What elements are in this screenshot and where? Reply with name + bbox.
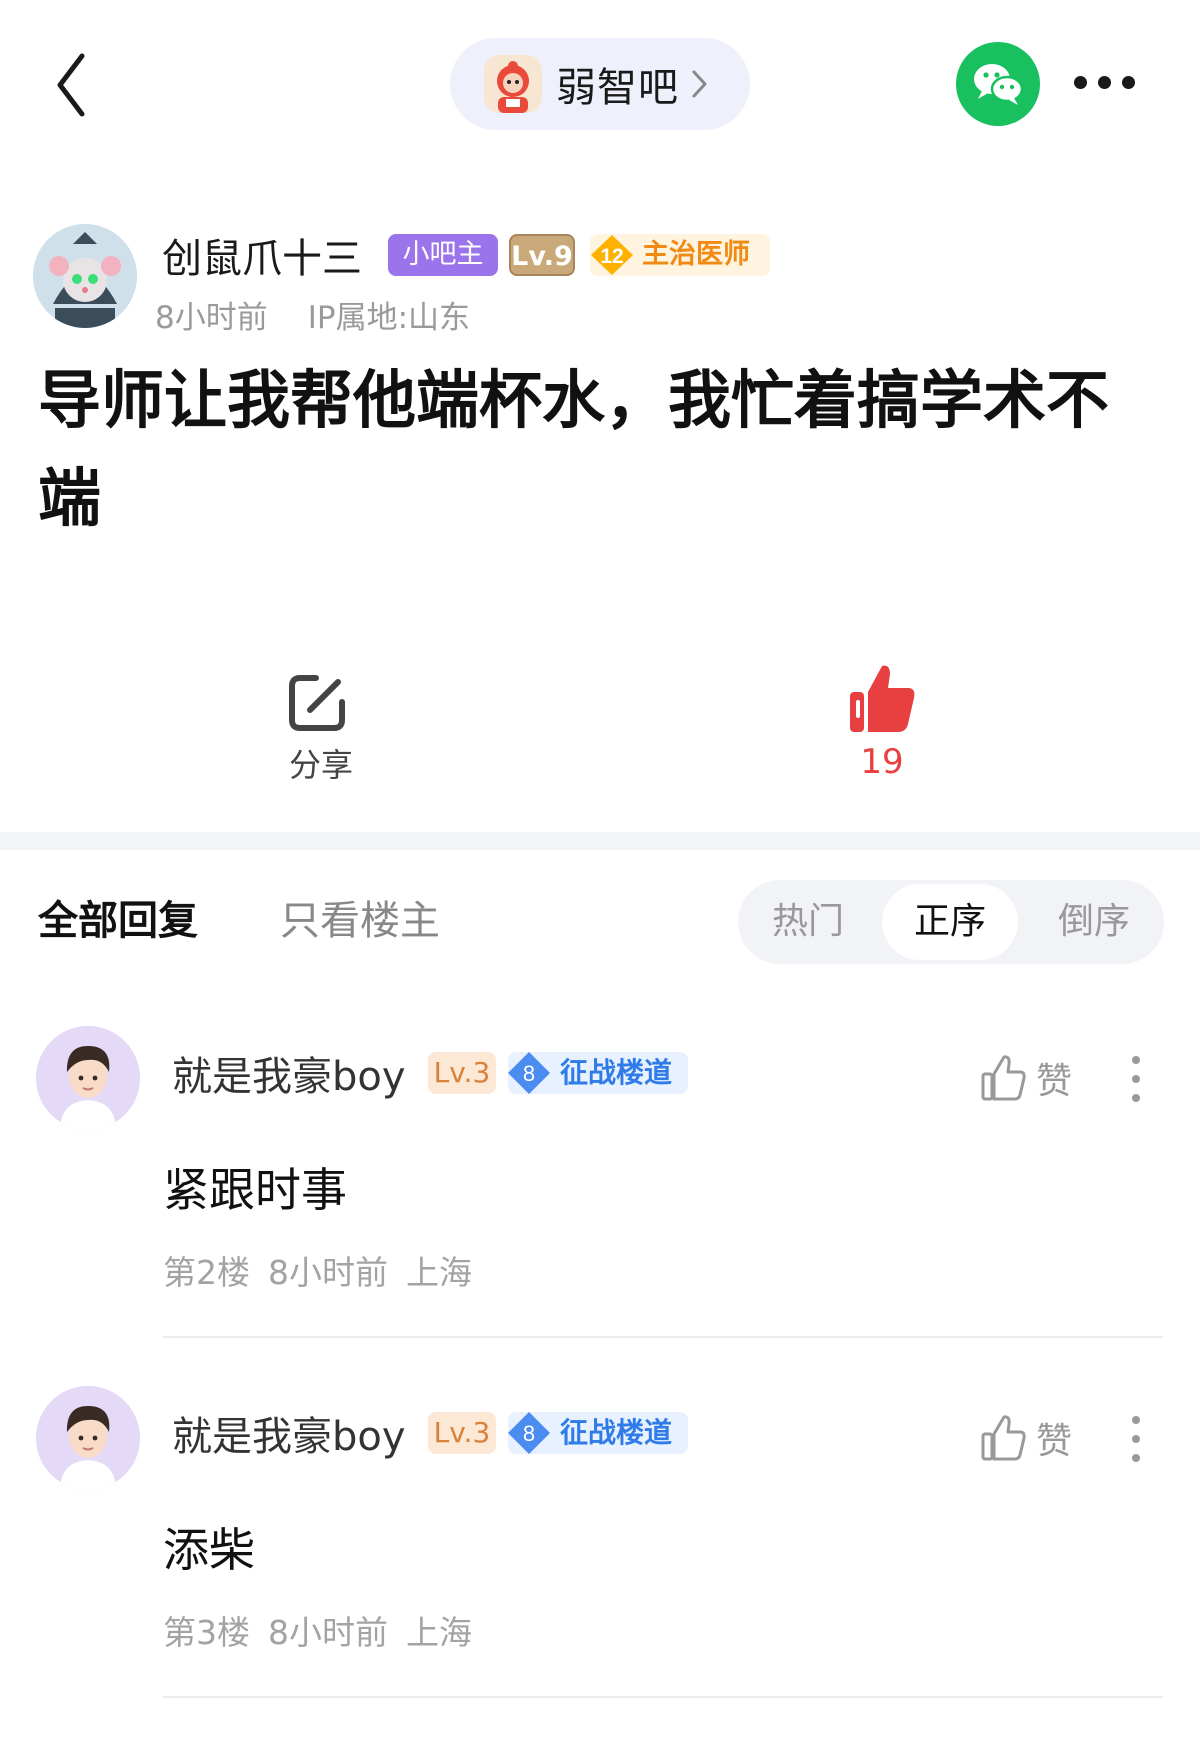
thumb-up-outline-icon[interactable] bbox=[980, 1414, 1026, 1462]
reply-level-badge: Lv.3 bbox=[428, 1412, 496, 1454]
tab-all-replies[interactable]: 全部回复 bbox=[38, 888, 198, 946]
share-label[interactable]: 分享 bbox=[286, 740, 356, 786]
reply-like-label[interactable]: 赞 bbox=[1036, 1052, 1072, 1104]
reply-content: 添柴 bbox=[163, 1523, 255, 1577]
reply-item: 就是我豪boy Lv.3 征战楼道 8 赞 添柴 第3楼 8小时前 上海 bbox=[0, 1386, 1200, 1746]
forum-entry-pill[interactable]: 弱智吧 bbox=[450, 38, 750, 130]
section-divider bbox=[0, 832, 1200, 850]
reply-floor: 第3楼 bbox=[163, 1613, 250, 1652]
reply-author-name[interactable]: 就是我豪boy bbox=[172, 1044, 406, 1102]
author-name[interactable]: 创鼠爪十三 bbox=[162, 226, 362, 284]
author-avatar[interactable] bbox=[33, 224, 137, 328]
reply-avatar[interactable] bbox=[36, 1026, 140, 1130]
reply-meta: 第3楼 8小时前 上海 bbox=[163, 1606, 472, 1654]
svg-text:8: 8 bbox=[523, 1421, 535, 1446]
reply-more-button[interactable] bbox=[1132, 1416, 1142, 1462]
wechat-share-button[interactable] bbox=[956, 42, 1040, 126]
forum-name: 弱智吧 bbox=[556, 65, 679, 111]
sort-descending[interactable]: 倒序 bbox=[1024, 880, 1164, 964]
tab-owner-only[interactable]: 只看楼主 bbox=[280, 888, 440, 946]
ip-location: IP属地:山东 bbox=[307, 300, 471, 336]
sort-ascending[interactable]: 正序 bbox=[882, 884, 1018, 960]
svg-text:12: 12 bbox=[600, 245, 623, 268]
honor-diamond-icon: 8 bbox=[508, 1412, 550, 1454]
reply-more-button[interactable] bbox=[1132, 1056, 1142, 1102]
admin-badge: 小吧主 bbox=[388, 234, 498, 276]
reply-like-label[interactable]: 赞 bbox=[1036, 1412, 1072, 1464]
reply-time: 8小时前 bbox=[268, 1253, 388, 1292]
sort-hot[interactable]: 热门 bbox=[738, 880, 878, 964]
reply-floor: 第2楼 bbox=[163, 1253, 250, 1292]
honor-level-diamond-icon: 12 bbox=[591, 235, 633, 275]
back-arrow-icon bbox=[57, 53, 85, 117]
reply-item: 就是我豪boy Lv.3 征战楼道 8 赞 紧跟时事 第2楼 8小时前 上海 bbox=[0, 1026, 1200, 1386]
reply-time: 8小时前 bbox=[268, 1613, 388, 1652]
post-title: 导师让我帮他端杯水，我忙着搞学术不端 bbox=[38, 364, 1109, 535]
share-icon bbox=[289, 675, 345, 731]
honor-diamond-icon: 8 bbox=[508, 1052, 550, 1094]
reply-separator bbox=[163, 1336, 1163, 1338]
reply-level-badge: Lv.3 bbox=[428, 1052, 496, 1094]
share-button[interactable] bbox=[286, 672, 348, 734]
reply-location: 上海 bbox=[406, 1613, 472, 1652]
sort-switcher: 热门 正序 倒序 bbox=[738, 880, 1164, 964]
forum-avatar bbox=[484, 55, 542, 113]
thumb-up-filled-icon bbox=[850, 665, 915, 732]
reply-location: 上海 bbox=[406, 1253, 472, 1292]
more-options-button[interactable] bbox=[1074, 76, 1136, 92]
reply-meta: 第2楼 8小时前 上海 bbox=[163, 1246, 472, 1294]
post-time: 8小时前 bbox=[155, 300, 268, 336]
thumb-up-outline-icon[interactable] bbox=[980, 1054, 1026, 1102]
author-meta: 8小时前 IP属地:山东 bbox=[155, 292, 470, 337]
back-button[interactable] bbox=[52, 50, 92, 120]
like-button[interactable] bbox=[848, 662, 916, 734]
like-count: 19 bbox=[860, 742, 904, 782]
svg-text:8: 8 bbox=[523, 1061, 535, 1086]
level-badge: Lv.9 bbox=[509, 234, 575, 276]
reply-author-name[interactable]: 就是我豪boy bbox=[172, 1404, 406, 1462]
reply-separator bbox=[163, 1696, 1163, 1698]
reply-avatar[interactable] bbox=[36, 1386, 140, 1490]
reply-content: 紧跟时事 bbox=[163, 1163, 347, 1217]
wechat-icon bbox=[974, 64, 1024, 105]
chevron-right-icon bbox=[692, 70, 707, 98]
